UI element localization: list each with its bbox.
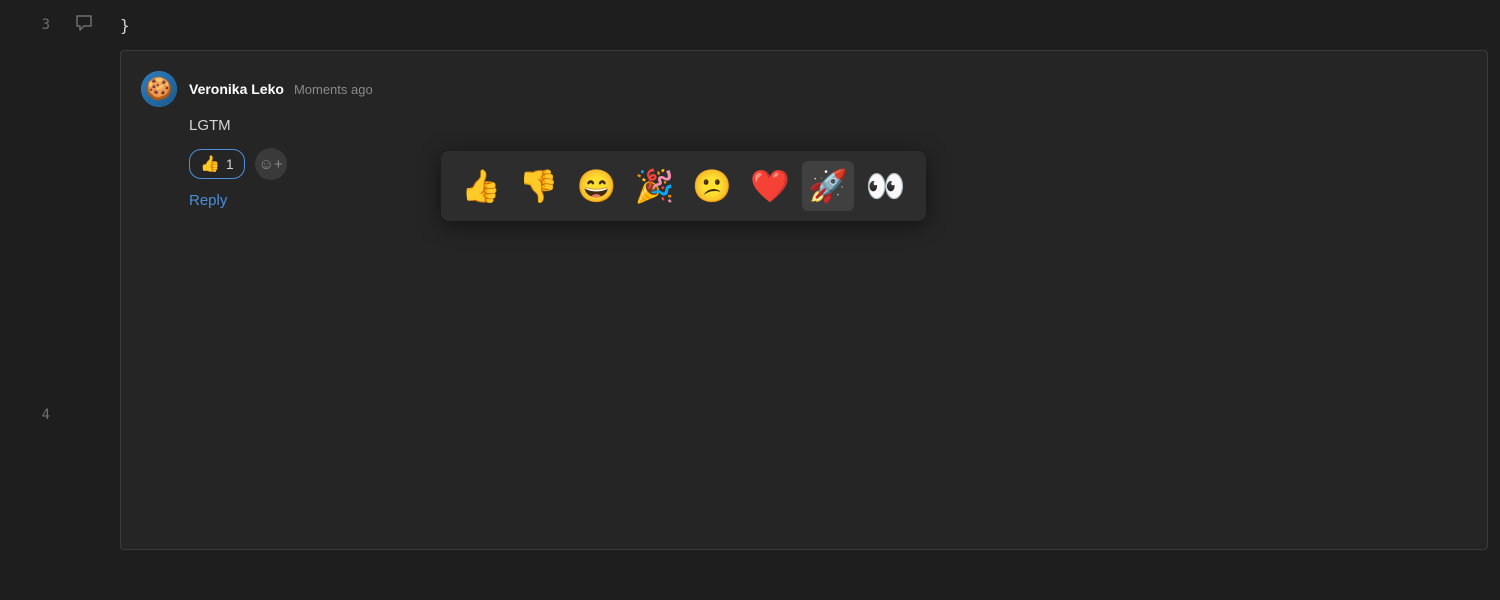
emoji-heart[interactable]: ❤️ bbox=[744, 161, 796, 211]
reaction-count: 1 bbox=[226, 156, 234, 172]
comment-panel: 🍪 Veronika Leko Moments ago LGTM 👍 1 ☺+ bbox=[120, 50, 1488, 550]
comment-meta: Veronika Leko Moments ago bbox=[189, 81, 373, 97]
avatar-image: 🍪 bbox=[141, 71, 177, 107]
code-line-4 bbox=[108, 550, 1500, 600]
line-number-4: 4 bbox=[0, 390, 60, 440]
line-number-3: 3 bbox=[0, 0, 60, 50]
editor-content: } 🍪 Veronika Leko Moments ago LGTM bbox=[108, 0, 1500, 600]
emoji-eyes[interactable]: 👀 bbox=[860, 161, 912, 211]
timestamp: Moments ago bbox=[294, 82, 373, 97]
code-line-3: } bbox=[108, 0, 1500, 50]
comment-icon[interactable] bbox=[75, 14, 93, 37]
thumbsup-reaction-button[interactable]: 👍 1 bbox=[189, 149, 245, 179]
emoji-thumbsdown[interactable]: 👎 bbox=[513, 161, 565, 211]
smiley-plus-icon: ☺+ bbox=[259, 156, 283, 173]
comment-panel-space bbox=[0, 50, 60, 390]
icon-area bbox=[60, 0, 108, 600]
editor-container: 3 4 } bbox=[0, 0, 1500, 600]
emoji-rocket[interactable]: 🚀 bbox=[802, 161, 854, 211]
avatar: 🍪 bbox=[141, 71, 177, 107]
thumbsup-emoji: 👍 bbox=[200, 154, 220, 174]
add-reaction-button[interactable]: ☺+ bbox=[255, 148, 287, 180]
comment-header: 🍪 Veronika Leko Moments ago bbox=[141, 71, 1467, 107]
author-name: Veronika Leko bbox=[189, 81, 284, 97]
comment-icon-row[interactable] bbox=[60, 0, 108, 50]
emoji-party[interactable]: 🎉 bbox=[629, 161, 681, 211]
comment-body: LGTM bbox=[189, 117, 1467, 134]
line-gutter: 3 4 bbox=[0, 0, 60, 600]
emoji-picker: 👍 👎 😄 🎉 😕 ❤️ 🚀 👀 bbox=[441, 151, 926, 221]
reply-button[interactable]: Reply bbox=[189, 192, 227, 209]
closing-brace: } bbox=[120, 16, 130, 35]
emoji-confused[interactable]: 😕 bbox=[686, 161, 738, 211]
emoji-grinning[interactable]: 😄 bbox=[571, 161, 623, 211]
emoji-thumbsup[interactable]: 👍 bbox=[455, 161, 507, 211]
